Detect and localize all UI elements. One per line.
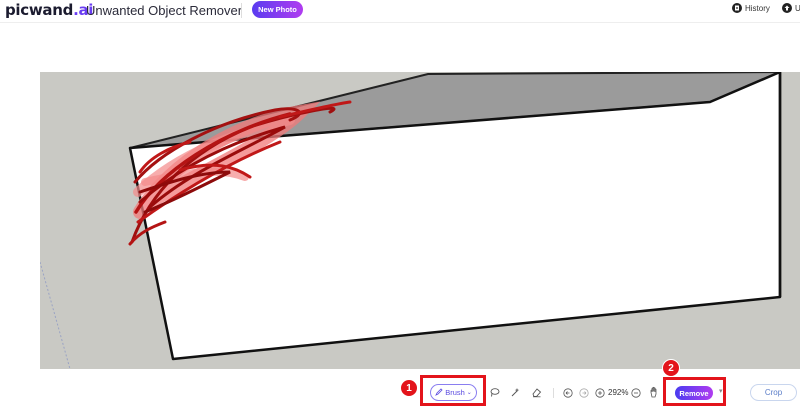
app-logo[interactable]: picwand.ai — [5, 1, 93, 19]
logo-main-text: picwand — [5, 1, 74, 19]
header-divider — [241, 3, 242, 18]
zoom-in-icon[interactable] — [594, 387, 605, 398]
zoom-level: 292% — [608, 388, 629, 397]
history-button[interactable]: History — [732, 3, 770, 13]
top-bar: picwand.ai Unwanted Object Remover New P… — [0, 0, 800, 23]
hand-icon[interactable] — [648, 385, 660, 398]
toolbar-divider — [553, 388, 554, 398]
upload-icon — [782, 3, 792, 13]
step-badge-1: 1 — [400, 379, 418, 397]
highlight-box-remove — [663, 377, 726, 406]
undo-icon[interactable] — [562, 387, 573, 398]
history-label: History — [745, 3, 770, 13]
step-badge-2: 2 — [662, 359, 680, 377]
redo-icon[interactable] — [578, 387, 589, 398]
eraser-icon[interactable] — [530, 386, 542, 398]
zoom-out-icon[interactable] — [630, 387, 641, 398]
upload-button[interactable]: U — [782, 3, 800, 13]
upload-label: U — [795, 3, 800, 13]
highlight-box-brush — [420, 375, 486, 406]
new-photo-button[interactable]: New Photo — [252, 1, 303, 18]
photo-image — [40, 72, 782, 369]
page-title: Unwanted Object Remover — [86, 3, 243, 18]
editing-canvas[interactable] — [40, 72, 800, 369]
lasso-icon[interactable] — [488, 386, 500, 398]
magic-select-icon[interactable] — [509, 386, 521, 398]
history-icon — [732, 3, 742, 13]
crop-button[interactable]: Crop — [750, 384, 797, 401]
